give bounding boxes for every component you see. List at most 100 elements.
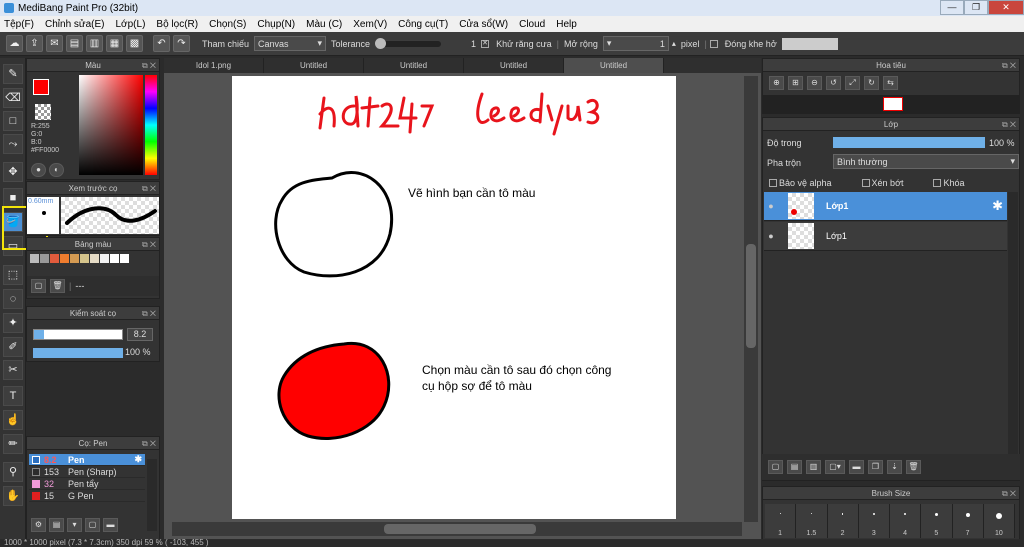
panel-buttons-icon[interactable]: ⧉ ✕ — [142, 307, 156, 320]
rotate-right-icon[interactable]: ↻ — [864, 76, 879, 90]
menu-layer[interactable]: Lớp(L) — [116, 19, 146, 30]
new-halftone-layer-icon[interactable]: ▤ — [787, 460, 802, 474]
scrollbar-thumb[interactable] — [746, 244, 756, 348]
tab-untitled-4[interactable]: Untitled — [564, 58, 664, 73]
flip-icon[interactable]: ⇆ — [883, 76, 898, 90]
panel-buttons-icon[interactable]: ⧉ ✕ — [142, 59, 156, 72]
delete-palette-icon[interactable]: 🗑 — [50, 279, 65, 293]
lasso-tool-icon[interactable]: ◌ — [3, 289, 23, 309]
page-icon[interactable]: ▥ — [86, 35, 103, 52]
slider-knob[interactable] — [375, 37, 387, 49]
select-tool-icon[interactable]: ⬚ — [3, 265, 23, 285]
brush-list-scrollbar[interactable] — [147, 459, 157, 531]
antialias-checkbox[interactable]: ✕ — [481, 39, 490, 48]
color-swap-icon[interactable]: ◐ — [49, 163, 64, 177]
brush-size-option[interactable]: 1 — [765, 504, 797, 538]
new-1bit-layer-icon[interactable]: ▥ — [806, 460, 821, 474]
gear-icon[interactable]: ✱ — [134, 454, 142, 465]
menu-file[interactable]: Tệp(F) — [4, 19, 34, 30]
drawing-canvas[interactable]: Vẽ hình bạn cần tô màu Chọn màu cần tô s… — [232, 76, 676, 519]
brush-size-slider[interactable] — [33, 329, 123, 340]
new-layer-icon[interactable]: ▢ — [768, 460, 783, 474]
brush-item-pen-sharp[interactable]: 153 Pen (Sharp) — [29, 466, 145, 478]
panel-buttons-icon[interactable]: ⧉ ✕ — [1002, 487, 1016, 500]
duplicate-layer-icon[interactable]: ❐ — [868, 460, 883, 474]
eraser-tool-icon[interactable]: ⌫ — [3, 88, 23, 108]
saturation-value-picker[interactable] — [79, 75, 143, 175]
panel-buttons-icon[interactable]: ⧉ ✕ — [142, 182, 156, 195]
settings-doc-icon[interactable]: ▦ — [106, 35, 123, 52]
layer-folder-icon[interactable]: ▬ — [849, 460, 864, 474]
canvas-vertical-scrollbar[interactable] — [744, 76, 758, 522]
hand-tool-icon[interactable]: ✋ — [3, 486, 23, 506]
share-icon[interactable]: ⇪ — [26, 35, 43, 52]
navigator-viewport[interactable] — [883, 97, 903, 111]
brush-opacity-slider[interactable] — [33, 348, 123, 358]
brush-item-pen-eraser[interactable]: 32 Pen tẩy — [29, 478, 145, 490]
minimize-button[interactable]: — — [940, 0, 964, 15]
menu-cloud[interactable]: Cloud — [519, 19, 545, 30]
protect-alpha-checkbox[interactable] — [769, 179, 777, 187]
maximize-button[interactable]: ❐ — [964, 0, 988, 15]
curve-tool-icon[interactable]: ⤳ — [3, 134, 23, 154]
foreground-color-swatch[interactable] — [33, 79, 49, 95]
gear-icon[interactable]: ✱ — [992, 198, 1003, 214]
palette-swatch[interactable] — [120, 254, 129, 263]
menu-snap[interactable]: Chụp(N) — [257, 19, 295, 30]
brush-menu-icon[interactable]: ⚙ — [31, 518, 46, 532]
brush-tool-icon[interactable]: ✎ — [3, 64, 23, 84]
layer-item-active[interactable]: ● Lớp1 ✱ — [764, 192, 1007, 221]
color-mode-icon[interactable]: ● — [31, 163, 46, 177]
canvas-horizontal-scrollbar[interactable] — [172, 522, 742, 536]
operation-tool-icon[interactable]: ☝ — [3, 410, 23, 430]
brush-settings-icon[interactable]: ▢ — [85, 518, 100, 532]
menu-help[interactable]: Help — [556, 19, 577, 30]
palette-swatch[interactable] — [80, 254, 89, 263]
brush-size-option[interactable]: 5 — [921, 504, 953, 538]
menu-select[interactable]: Chọn(S) — [209, 19, 246, 30]
layer-item[interactable]: ● Lớp1 — [764, 222, 1007, 251]
menu-window[interactable]: Cửa sổ(W) — [459, 19, 508, 30]
brush-size-option[interactable]: 4 — [890, 504, 922, 538]
menu-tools[interactable]: Công cụ(T) — [398, 19, 448, 30]
eyedropper-tool-icon[interactable]: ⚲ — [3, 462, 23, 482]
select-pen-tool-icon[interactable]: ✐ — [3, 337, 23, 357]
blur-tool-icon[interactable]: ✏ — [3, 434, 23, 454]
merge-layer-icon[interactable]: ⇣ — [887, 460, 902, 474]
tolerance-slider[interactable] — [375, 37, 442, 49]
panel-buttons-icon[interactable]: ⧉ ✕ — [142, 437, 156, 450]
layer-scrollbar[interactable] — [1008, 192, 1018, 462]
zoom-out-icon[interactable]: ⊖ — [807, 76, 822, 90]
transparent-swatch[interactable] — [35, 104, 51, 120]
tab-untitled-3[interactable]: Untitled — [464, 58, 564, 73]
fit-icon[interactable]: ⊞ — [788, 76, 803, 90]
stepper-arrows-icon[interactable]: ▴ — [672, 39, 676, 48]
add-brush-dropdown-icon[interactable]: ▾ — [67, 518, 82, 532]
palette-swatch[interactable] — [90, 254, 99, 263]
panel-buttons-icon[interactable]: ⧉ ✕ — [142, 238, 156, 251]
hue-slider[interactable] — [145, 75, 157, 175]
scrollbar-thumb[interactable] — [384, 524, 536, 534]
close-gap-slider[interactable] — [781, 37, 838, 50]
add-layer-dropdown-icon[interactable]: ▢▾ — [825, 460, 845, 474]
clip-checkbox[interactable] — [861, 179, 870, 187]
palette-swatch[interactable] — [50, 254, 59, 263]
close-gap-checkbox[interactable] — [709, 39, 718, 48]
brush-item-g-pen[interactable]: 15 G Pen — [29, 490, 145, 502]
magic-wand-tool-icon[interactable]: ✦ — [3, 313, 23, 333]
visibility-icon[interactable]: ● — [764, 201, 778, 211]
delete-layer-icon[interactable]: 🗑 — [906, 460, 921, 474]
brush-size-option[interactable]: 10 — [983, 504, 1015, 538]
menu-edit[interactable]: Chỉnh sửa(E) — [45, 19, 105, 30]
text-tool-icon[interactable]: T — [3, 386, 23, 406]
brush-size-option[interactable]: 3 — [858, 504, 890, 538]
expand-stepper[interactable]: ▾ 1 — [602, 36, 669, 51]
select-eraser-tool-icon[interactable]: ✂ — [3, 360, 23, 380]
rotate-left-icon[interactable]: ↺ — [826, 76, 841, 90]
palette-swatch[interactable] — [70, 254, 79, 263]
tab-untitled-1[interactable]: Untitled — [264, 58, 364, 73]
visibility-icon[interactable]: ● — [764, 231, 778, 241]
new-palette-icon[interactable]: ▢ — [31, 279, 46, 293]
brush-size-option[interactable]: 2 — [827, 504, 859, 538]
comment-icon[interactable]: ✉ — [46, 35, 63, 52]
